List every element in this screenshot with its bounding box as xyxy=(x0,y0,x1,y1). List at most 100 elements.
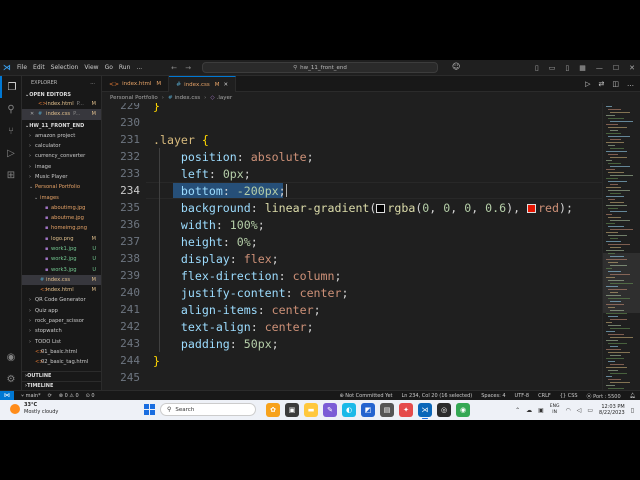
toggle-sidebar-icon[interactable]: ▯ xyxy=(535,64,539,72)
chrome-browser-icon[interactable]: ◉ xyxy=(456,403,470,417)
tree-item[interactable]: › Music Player xyxy=(22,172,101,182)
github-app-icon[interactable]: ◎ xyxy=(437,403,451,417)
more-actions-icon[interactable]: … xyxy=(627,80,634,88)
close-icon[interactable]: ✕ xyxy=(30,111,38,117)
windows-start-icon[interactable] xyxy=(144,404,155,415)
tree-item[interactable]: ▪ logo.png M xyxy=(22,234,101,244)
problems-status[interactable]: ⊗ 0 ⚠ 0 xyxy=(59,393,79,399)
tree-item[interactable]: ⌄ images xyxy=(22,192,101,202)
search-activity-icon[interactable]: ⚲ xyxy=(0,98,22,120)
tree-item[interactable]: # index.css M xyxy=(22,274,101,286)
figma-app-icon[interactable]: ✦ xyxy=(399,403,413,417)
close-tab-icon[interactable]: ✕ xyxy=(223,82,228,88)
tree-item[interactable]: › calculator xyxy=(22,141,101,151)
widgets-app-icon[interactable]: ✿ xyxy=(266,403,280,417)
branch-status[interactable]: ⑂ main* xyxy=(21,393,41,399)
project-section[interactable]: ⌄ HW_11_FRONT_END xyxy=(22,122,101,131)
blame-status[interactable]: ⊕ Not Committed Yet xyxy=(340,393,393,399)
source-control-icon[interactable]: ⑂ xyxy=(0,120,22,142)
task-view-icon[interactable]: ▣ xyxy=(285,403,299,417)
compare-icon[interactable]: ⇄ xyxy=(599,80,605,88)
timeline-section[interactable]: › TIMELINE xyxy=(22,381,101,390)
tree-item[interactable]: ▪ aboutme.jpg xyxy=(22,213,101,223)
tree-item[interactable]: <> 02_basic_tag.html xyxy=(22,357,101,367)
camera-icon[interactable]: ▣ xyxy=(538,407,544,414)
toggle-panel-icon[interactable]: ▭ xyxy=(549,64,556,72)
open-editors-section[interactable]: ⌄ OPEN EDITORS xyxy=(22,90,101,99)
ports-status[interactable]: ⊙ 0 xyxy=(86,393,95,399)
breadcrumb-folder[interactable]: Personal Portfolio xyxy=(110,95,158,101)
explorer-icon[interactable]: ❐ xyxy=(0,76,22,98)
paint-app-icon[interactable]: ✎ xyxy=(323,403,337,417)
tree-item[interactable]: › QR Code Generator xyxy=(22,295,101,305)
remote-icon[interactable]: ⋈ xyxy=(0,390,14,401)
store-app-icon[interactable]: ◩ xyxy=(361,403,375,417)
tree-item[interactable]: ▪ work1.jpg U xyxy=(22,244,101,254)
menu-go[interactable]: Go xyxy=(102,64,116,71)
indentation[interactable]: Spaces: 4 xyxy=(481,393,505,399)
volume-icon[interactable]: ◁ xyxy=(577,407,582,414)
app-icon[interactable]: ▤ xyxy=(380,403,394,417)
notification-center-icon[interactable]: ▯ xyxy=(631,407,634,414)
encoding[interactable]: UTF-8 xyxy=(515,393,530,399)
tree-item[interactable]: › stopwatch xyxy=(22,326,101,336)
copilot-icon[interactable]: ☺ xyxy=(452,62,460,71)
tree-item[interactable]: ⌄ Personal Portfolio xyxy=(22,182,101,192)
menu-view[interactable]: View xyxy=(81,64,101,71)
explorer-more-button[interactable]: ... xyxy=(90,80,95,86)
sync-icon[interactable]: ⟳ xyxy=(48,393,52,399)
color-swatch-icon[interactable] xyxy=(376,203,386,213)
tree-item[interactable]: ▪ homeimg.png xyxy=(22,223,101,233)
menu-edit[interactable]: Edit xyxy=(30,64,48,71)
tree-item[interactable]: <> index.html M xyxy=(22,285,101,295)
tree-item[interactable]: ▪ work2.jpg U xyxy=(22,254,101,264)
extensions-icon[interactable]: ⊞ xyxy=(0,164,22,186)
tree-item[interactable]: › amazon project xyxy=(22,131,101,141)
breadcrumb-file[interactable]: index.css xyxy=(175,95,201,101)
tree-item[interactable]: <> 01_basic.html xyxy=(22,347,101,357)
code-editor[interactable]: 229} 230 231 .layer {232 position: absolute… xyxy=(102,103,602,390)
account-icon[interactable]: ◉ xyxy=(0,346,22,368)
tree-item[interactable]: › image xyxy=(22,161,101,171)
menu-file[interactable]: File xyxy=(14,64,30,71)
menu-selection[interactable]: Selection xyxy=(48,64,82,71)
menu-[interactable]: ... xyxy=(133,64,145,71)
tray-overflow-icon[interactable]: ⌃ xyxy=(515,407,520,414)
tree-item[interactable]: › rock_paper_scissor xyxy=(22,316,101,326)
run-debug-icon[interactable]: ▷ xyxy=(0,142,22,164)
maximize-icon[interactable]: ☐ xyxy=(613,64,619,72)
tree-item[interactable]: › Quiz app xyxy=(22,306,101,316)
minimize-icon[interactable]: — xyxy=(596,64,603,72)
weather-widget[interactable]: 33°C Mostly cloudy xyxy=(10,402,58,416)
file-explorer-icon[interactable]: ▬ xyxy=(304,403,318,417)
run-icon[interactable]: ▷ xyxy=(585,80,590,88)
wifi-icon[interactable]: ◠ xyxy=(566,407,571,414)
back-arrow-icon[interactable]: ← xyxy=(171,64,177,72)
menu-run[interactable]: Run xyxy=(116,64,134,71)
battery-icon[interactable]: ▭ xyxy=(587,407,593,414)
language-mode[interactable]: {} CSS xyxy=(560,393,578,399)
open-editor-item[interactable]: ✕ # index.css P... M xyxy=(22,109,101,120)
eol[interactable]: CRLF xyxy=(538,393,551,399)
forward-arrow-icon[interactable]: → xyxy=(185,64,191,72)
cursor-position[interactable]: Ln 234, Col 20 (16 selected) xyxy=(402,393,473,399)
vscode-taskbar-icon[interactable]: ⋊ xyxy=(418,403,432,419)
notifications-icon[interactable]: 🔔︎ xyxy=(630,393,636,399)
close-window-icon[interactable]: ✕ xyxy=(629,64,635,72)
language-indicator[interactable]: ENG IN xyxy=(550,404,560,416)
command-center-search[interactable]: ⚲ hw_11_front_end xyxy=(202,62,438,73)
edge-browser-icon[interactable]: ◐ xyxy=(342,403,356,417)
customize-layout-icon[interactable]: ▦ xyxy=(579,64,586,72)
breadcrumb-selector[interactable]: .layer xyxy=(217,95,233,101)
toggle-secondary-sidebar-icon[interactable]: ▯ xyxy=(565,64,569,72)
tab-index-html[interactable]: <> index.html M xyxy=(102,76,170,92)
settings-gear-icon[interactable]: ⚙ xyxy=(0,368,22,390)
tree-item[interactable]: › currency_converter xyxy=(22,151,101,161)
clock[interactable]: 12:03 PM 8/22/2023 xyxy=(599,404,625,417)
split-editor-icon[interactable]: ◫ xyxy=(612,80,619,88)
tree-item[interactable]: ▪ aboutimg.jpg xyxy=(22,203,101,213)
live-server-port[interactable]: ⦿ Port : 5500 xyxy=(587,393,621,400)
tree-item[interactable]: › TODO List xyxy=(22,337,101,347)
color-swatch-icon[interactable] xyxy=(527,203,537,213)
tab-index-css[interactable]: # index.css M ✕ xyxy=(169,76,237,92)
